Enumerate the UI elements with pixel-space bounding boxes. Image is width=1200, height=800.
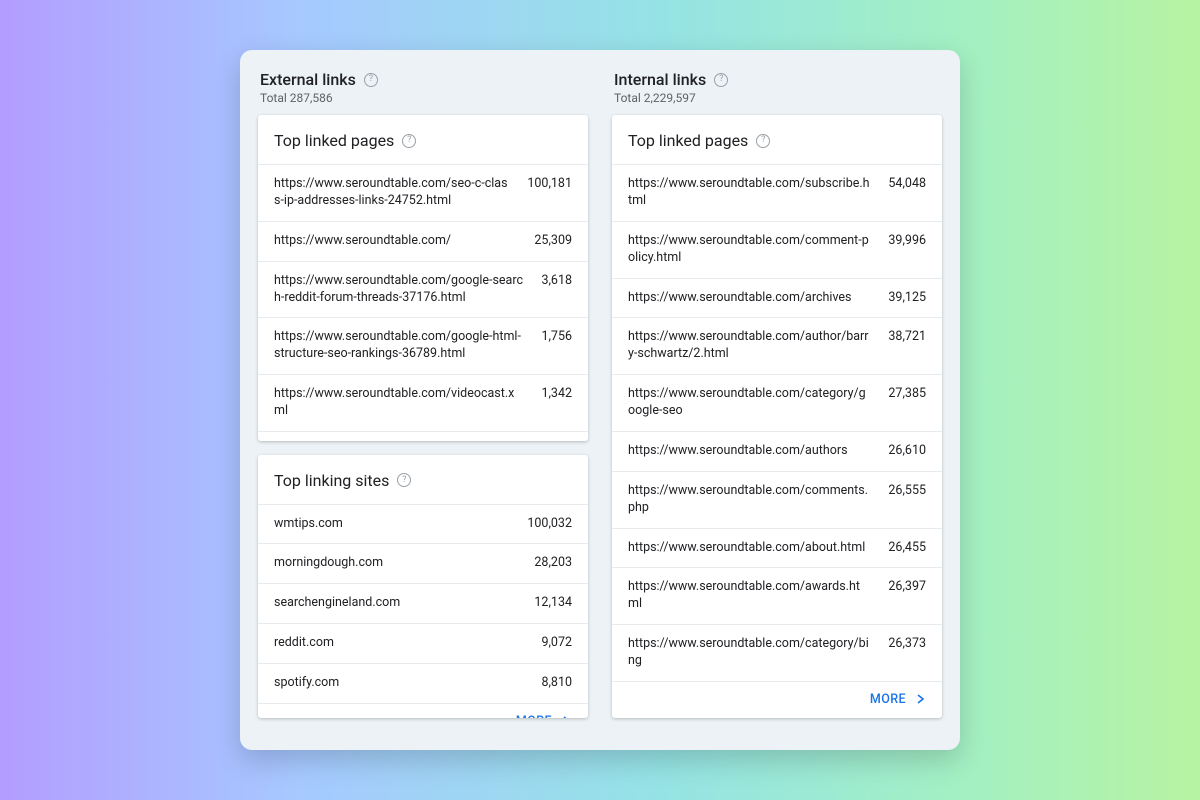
page-url: https://www.seroundtable.com/authors [628, 443, 870, 460]
table-row[interactable]: https://www.seroundtable.com/google-sear… [258, 261, 588, 318]
link-count: 1,342 [541, 386, 572, 401]
more-label: MORE [516, 714, 552, 718]
link-count: 12,134 [534, 595, 572, 610]
external-header: External links ? Total 287,586 [258, 68, 588, 115]
table-row[interactable]: https://www.seroundtable.com/author/barr… [612, 317, 942, 374]
help-icon[interactable]: ? [364, 73, 378, 87]
more-button[interactable]: MORE [870, 692, 926, 707]
internal-links-column: Internal links ? Total 2,229,597 Top lin… [612, 68, 942, 732]
page-url: https://www.seroundtable.com/comments.ph… [628, 483, 870, 517]
linking-site: searchengineland.com [274, 595, 516, 612]
card-title: Top linking sites [274, 471, 389, 490]
link-count: 26,373 [888, 636, 926, 651]
internal-header: Internal links ? Total 2,229,597 [612, 68, 942, 115]
link-count: 27,385 [888, 386, 926, 401]
linking-site: morningdough.com [274, 555, 516, 572]
table-row[interactable]: morningdough.com 28,203 [258, 543, 588, 583]
card-title: Top linked pages [274, 131, 394, 150]
internal-title: Internal links [614, 70, 706, 89]
link-count: 3,618 [541, 273, 572, 288]
more-button[interactable]: MORE [516, 714, 572, 718]
table-row[interactable]: https://www.seroundtable.com/archives 39,… [612, 278, 942, 318]
table-row[interactable]: https://www.seroundtable.com/authors 26,6… [612, 431, 942, 471]
linking-site: reddit.com [274, 635, 523, 652]
page-url: https://www.seroundtable.com/seo-c-class… [274, 176, 509, 210]
link-count: 100,181 [527, 176, 572, 191]
page-url: https://www.seroundtable.com/google-html… [274, 329, 523, 363]
page-url: https://www.seroundtable.com/google-sear… [274, 273, 523, 307]
external-total: Total 287,586 [260, 91, 586, 105]
table-row[interactable]: https://www.seroundtable.com/comment-pol… [612, 221, 942, 278]
table-row[interactable]: wmtips.com 100,032 [258, 504, 588, 544]
link-count: 8,810 [541, 675, 572, 690]
table-row[interactable]: https://www.seroundtable.com/category/go… [612, 374, 942, 431]
links-panel: External links ? Total 287,586 Top linke… [240, 50, 960, 750]
table-row[interactable]: https://www.seroundtable.com/subscribe.h… [612, 164, 942, 221]
link-count: 28,203 [534, 555, 572, 570]
more-label: MORE [870, 692, 906, 707]
link-count: 100,032 [527, 516, 572, 531]
link-count: 25,309 [534, 233, 572, 248]
table-row[interactable]: https://www.seroundtable.com/category/bi… [612, 624, 942, 681]
link-count: 39,996 [888, 233, 926, 248]
help-icon[interactable]: ? [756, 134, 770, 148]
internal-total: Total 2,229,597 [614, 91, 940, 105]
help-icon[interactable]: ? [714, 73, 728, 87]
internal-top-linked-pages-card: Top linked pages ? https://www.seroundta… [612, 115, 942, 718]
link-count: 26,455 [888, 540, 926, 555]
page-url: https://www.seroundtable.com/subscribe.h… [628, 176, 870, 210]
link-count: 1,756 [541, 329, 572, 344]
link-count: 26,397 [888, 579, 926, 594]
chevron-right-icon [562, 716, 572, 718]
help-icon[interactable]: ? [402, 134, 416, 148]
page-url: https://www.seroundtable.com/about.html [628, 540, 870, 557]
external-top-linking-sites-card: Top linking sites ? wmtips.com 100,032 mor… [258, 455, 588, 718]
link-count: 54,048 [888, 176, 926, 191]
table-row[interactable]: https://www.seroundtable.com/seo-c-class… [258, 164, 588, 221]
link-count: 26,610 [888, 443, 926, 458]
page-url: https://www.seroundtable.com/awards.html [628, 579, 870, 613]
page-url: https://www.seroundtable.com/category/bi… [628, 636, 870, 670]
page-url: https://www.seroundtable.com/comment-pol… [628, 233, 870, 267]
link-count: 38,721 [888, 329, 926, 344]
page-url: https://www.seroundtable.com/videocast.x… [274, 386, 523, 420]
table-row[interactable]: spotify.com 8,810 [258, 663, 588, 703]
table-row[interactable]: searchengineland.com 12,134 [258, 583, 588, 623]
linking-site: wmtips.com [274, 516, 509, 533]
page-url: https://www.seroundtable.com/author/barr… [628, 329, 870, 363]
external-links-column: External links ? Total 287,586 Top linke… [258, 68, 588, 732]
table-row[interactable]: https://www.seroundtable.com/comments.ph… [612, 471, 942, 528]
chevron-right-icon [916, 694, 926, 704]
card-title: Top linked pages [628, 131, 748, 150]
link-count: 26,555 [888, 483, 926, 498]
table-row[interactable]: https://www.seroundtable.com/awards.html… [612, 567, 942, 624]
table-row[interactable]: https://www.seroundtable.com/about.html 2… [612, 528, 942, 568]
external-title: External links [260, 70, 356, 89]
page-url: https://www.seroundtable.com/category/go… [628, 386, 870, 420]
external-top-linked-pages-card: Top linked pages ? https://www.seroundta… [258, 115, 588, 441]
table-row[interactable]: reddit.com 9,072 [258, 623, 588, 663]
table-row[interactable]: https://www.seroundtable.com/25,309 [258, 221, 588, 261]
table-row[interactable]: https://www.seroundtable.com/videocast.x… [258, 374, 588, 431]
page-url: https://www.seroundtable.com/archives [628, 290, 870, 307]
help-icon[interactable]: ? [397, 473, 411, 487]
link-count: 9,072 [541, 635, 572, 650]
page-url: https://www.seroundtable.com/ [274, 233, 516, 250]
table-row[interactable]: https://www.seroundtable.com/google-html… [258, 317, 588, 374]
link-count: 39,125 [888, 290, 926, 305]
linking-site: spotify.com [274, 675, 523, 692]
